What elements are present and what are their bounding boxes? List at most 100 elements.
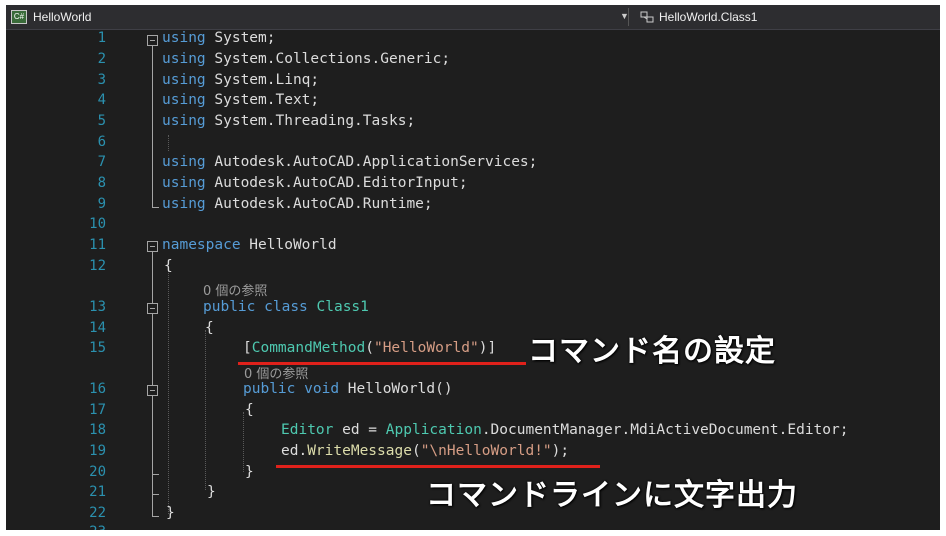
keyword: using: [162, 92, 206, 108]
collapse-toggle-icon[interactable]: [147, 303, 158, 314]
keyword: void: [304, 381, 340, 397]
code-text: System;: [205, 30, 276, 46]
collapse-toggle-icon[interactable]: [147, 385, 158, 396]
code-text: Autodesk.AutoCAD.Runtime;: [205, 196, 433, 212]
visual-studio-window: C# HelloWorld ▼ HelloWorld.Class1 1 2 3 …: [0, 0, 946, 536]
code-line-17: {: [245, 402, 254, 418]
indent-guide: [168, 268, 170, 514]
code-line-2: using System.Collections.Generic;: [162, 51, 450, 67]
string-literal: "\nHelloWorld!": [420, 443, 552, 459]
code-line-15: [CommandMethod("HelloWorld")]: [243, 340, 496, 356]
line-number: 3: [97, 72, 106, 88]
outline-line: [152, 396, 153, 474]
outline-line: [152, 474, 159, 475]
code-line-12: {: [164, 258, 173, 274]
type-name: Class1: [316, 299, 369, 315]
code-line-3: using System.Linq;: [162, 72, 319, 88]
member-crumb: HelloWorld.Class1: [659, 10, 758, 24]
collapse-toggle-icon[interactable]: [147, 35, 158, 46]
keyword: namespace: [162, 237, 241, 253]
line-number: 18: [89, 422, 106, 438]
code-line-11: namespace HelloWorld: [162, 237, 337, 253]
keyword: public: [203, 299, 256, 315]
attribute-name: CommandMethod: [251, 340, 366, 356]
code-text: ed =: [333, 422, 386, 438]
code-line-21: }: [207, 484, 216, 500]
keyword: using: [162, 72, 206, 88]
line-number: 2: [97, 51, 106, 67]
line-number: 6: [97, 134, 106, 150]
keyword: using: [162, 196, 206, 212]
line-number: 20: [89, 464, 106, 480]
line-number: 10: [89, 216, 106, 232]
code-text: System.Collections.Generic;: [205, 51, 451, 67]
csharp-project-icon: C#: [11, 10, 27, 24]
code-line-4: using System.Text;: [162, 92, 319, 108]
indent-guide: [168, 135, 170, 151]
paren: (: [411, 443, 421, 459]
code-text: Autodesk.AutoCAD.ApplicationServices;: [205, 154, 538, 170]
method-name: HelloWorld: [347, 381, 436, 397]
line-number: 4: [97, 92, 106, 108]
project-name: HelloWorld: [33, 10, 92, 24]
line-number: 9: [97, 196, 106, 212]
code-text: System.Threading.Tasks;: [205, 113, 416, 129]
code-editor[interactable]: 1 2 3 4 5 6 7 8 9 10 11 12 13 14 15 16 1…: [6, 30, 940, 530]
outline-line: [152, 46, 153, 207]
line-number: 13: [89, 299, 106, 315]
attribute-close: )]: [478, 340, 497, 356]
code-line-9: using Autodesk.AutoCAD.Runtime;: [162, 196, 433, 212]
member-dropdown[interactable]: HelloWorld.Class1: [640, 10, 757, 24]
keyword: using: [162, 154, 206, 170]
code-text: System.Linq;: [205, 72, 320, 88]
outline-line: [152, 207, 159, 208]
code-line-8: using Autodesk.AutoCAD.EditorInput;: [162, 175, 468, 191]
code-text: );: [551, 443, 570, 459]
indent-guide: [205, 330, 207, 490]
method-call: WriteMessage: [307, 443, 412, 459]
line-number: 1: [97, 30, 106, 46]
keyword: using: [162, 30, 206, 46]
code-text: HelloWorld: [240, 237, 337, 253]
code-line-13: public class Class1: [203, 299, 369, 315]
reference-count[interactable]: 0 個の参照: [244, 363, 308, 382]
code-text: Autodesk.AutoCAD.EditorInput;: [205, 175, 468, 191]
line-number: 8: [97, 175, 106, 191]
keyword: using: [162, 113, 206, 129]
navbar-divider: [628, 8, 629, 26]
reference-count[interactable]: 0 個の参照: [203, 280, 267, 299]
indent-guide: [243, 412, 245, 472]
paren: (): [435, 381, 453, 397]
keyword: using: [162, 51, 206, 67]
paren: (: [365, 340, 374, 356]
line-number: 21: [89, 484, 106, 500]
project-dropdown[interactable]: C# HelloWorld: [11, 10, 91, 24]
keyword: using: [162, 175, 206, 191]
line-number: 16: [89, 381, 106, 397]
code-line-22: }: [166, 505, 175, 521]
outline-line: [152, 494, 159, 495]
outline-line: [152, 516, 159, 517]
line-number: 7: [97, 154, 106, 170]
line-number: 17: [89, 402, 106, 418]
line-number: 15: [89, 340, 106, 356]
annotation-underline: [238, 362, 526, 365]
annotation-command-name: コマンド名の設定: [528, 334, 776, 369]
code-text: System.Text;: [205, 92, 320, 108]
line-number: 11: [89, 237, 106, 253]
keyword: class: [264, 299, 308, 315]
line-number: 23: [6, 524, 106, 530]
code-text: ed.: [281, 443, 308, 459]
attribute-bracket: [: [243, 340, 252, 356]
annotation-output-text: コマンドラインに文字出力: [426, 478, 798, 513]
type-name: Application: [385, 422, 482, 438]
code-line-16: public void HelloWorld(): [243, 381, 453, 397]
line-number: 5: [97, 113, 106, 129]
collapse-toggle-icon[interactable]: [147, 241, 158, 252]
line-number: 19: [89, 443, 106, 459]
annotation-underline: [276, 465, 600, 468]
type-name: Editor: [281, 422, 334, 438]
code-line-18: Editor ed = Application.DocumentManager.…: [281, 422, 848, 438]
code-text: .DocumentManager.MdiActiveDocument.Edito…: [481, 422, 849, 438]
code-line-5: using System.Threading.Tasks;: [162, 113, 415, 129]
